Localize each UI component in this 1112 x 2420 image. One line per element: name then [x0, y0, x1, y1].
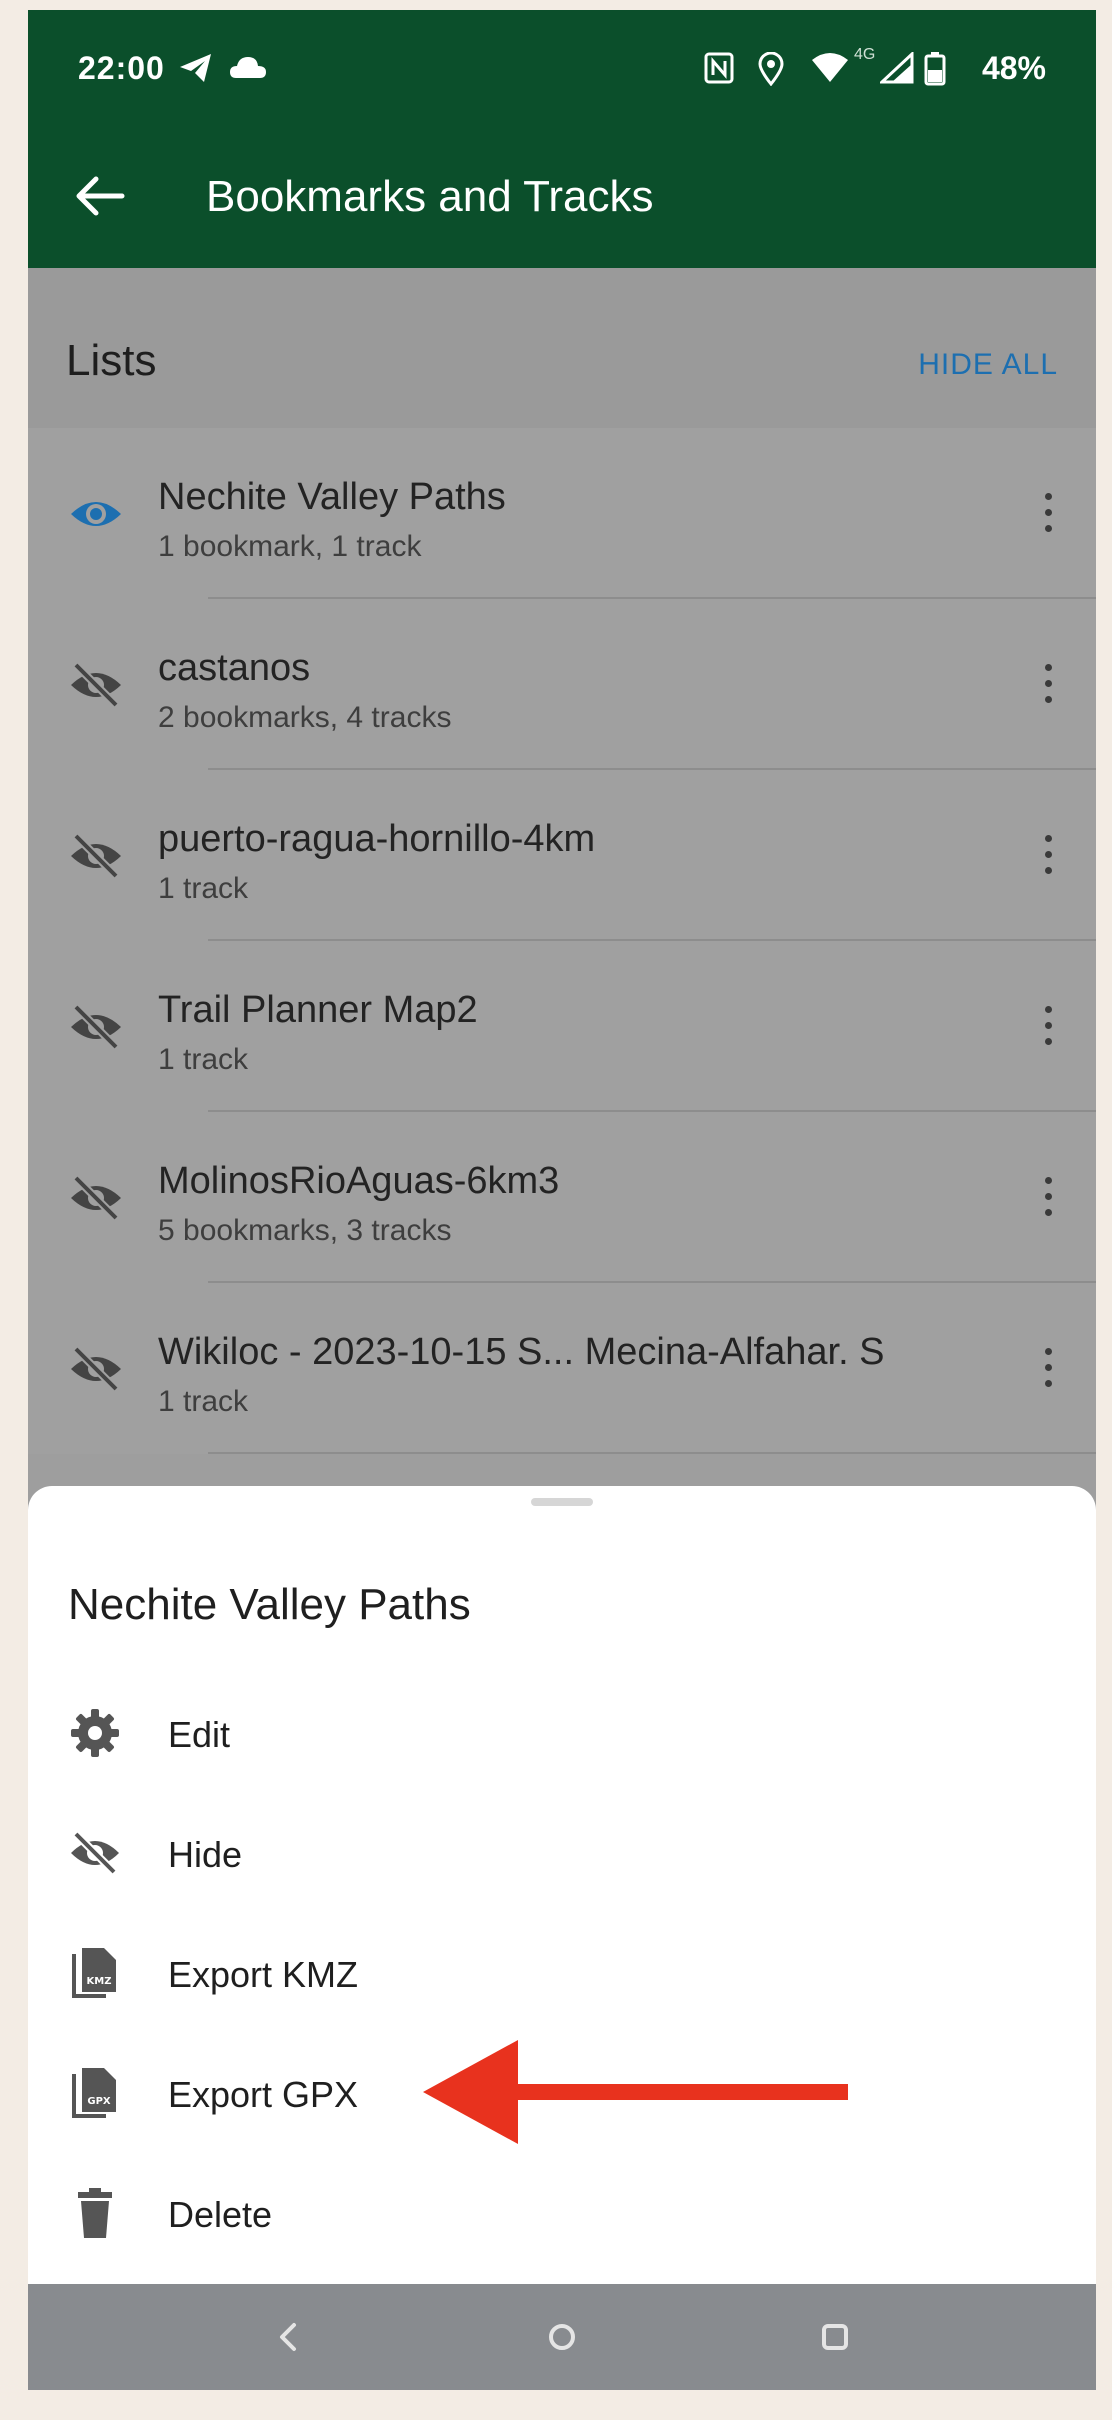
menu-item-export-kmz[interactable]: KMZ Export KMZ [28, 1918, 1096, 2028]
navigation-bar [28, 2284, 1096, 2390]
more-options-icon[interactable] [1038, 1172, 1058, 1228]
list-item-subtitle: 5 bookmarks, 3 tracks [158, 1214, 452, 1247]
list-item[interactable]: Trail Planner Map2 1 track [28, 941, 1096, 1112]
list-options-sheet: Nechite Valley Paths Edit Hide KMZ Expor… [28, 1486, 1096, 2284]
nav-recents-icon[interactable] [810, 2312, 860, 2362]
menu-item-label: Export GPX [168, 2074, 359, 2115]
wifi-icon [812, 53, 848, 82]
lists-header: Lists HIDE ALL [28, 268, 1096, 428]
location-icon [758, 52, 784, 86]
eye-off-icon[interactable] [68, 999, 124, 1055]
list-item[interactable]: Wikiloc - 2023-10-15 S... Mecina-Alfahar… [28, 1283, 1096, 1454]
bookmark-lists: Nechite Valley Paths 1 bookmark, 1 track c… [28, 428, 1096, 1454]
sheet-drag-handle[interactable] [531, 1498, 593, 1506]
gpx-badge: GPX [87, 2096, 111, 2107]
network-type: 4G [854, 46, 876, 63]
hide-all-button[interactable]: HIDE ALL [918, 348, 1058, 382]
more-options-icon[interactable] [1038, 488, 1058, 544]
kmz-badge: KMZ [87, 1976, 112, 1987]
more-options-icon[interactable] [1038, 659, 1058, 715]
divider [208, 1452, 1096, 1454]
eye-icon[interactable] [68, 486, 124, 542]
list-item-title: MolinosRioAguas-6km3 [158, 1160, 560, 1202]
list-item-subtitle: 1 track [158, 1043, 249, 1076]
lists-title: Lists [66, 336, 157, 385]
menu-item-label: Edit [168, 1714, 231, 1755]
menu-item-label: Hide [168, 1834, 243, 1875]
kmz-file-icon: KMZ [72, 1948, 116, 1998]
eye-off-icon[interactable] [68, 1170, 124, 1226]
list-item-title: Nechite Valley Paths [158, 476, 506, 518]
sheet-title: Nechite Valley Paths [68, 1580, 471, 1629]
eye-off-icon[interactable] [68, 828, 124, 884]
nav-home-icon[interactable] [537, 2312, 587, 2362]
list-item-title: Wikiloc - 2023-10-15 S... Mecina-Alfahar… [158, 1331, 885, 1373]
trash-icon [78, 2188, 112, 2238]
more-options-icon[interactable] [1038, 1001, 1058, 1057]
status-bar: 22:00 4G 48% [28, 10, 1096, 122]
list-item-subtitle: 2 bookmarks, 4 tracks [158, 701, 452, 734]
menu-item-hide[interactable]: Hide [28, 1798, 1096, 1908]
gear-icon [71, 1709, 119, 1757]
list-item[interactable]: MolinosRioAguas-6km3 5 bookmarks, 3 track… [28, 1112, 1096, 1283]
app-bar-title: Bookmarks and Tracks [206, 172, 654, 221]
app-bar: Bookmarks and Tracks [28, 122, 1096, 268]
nfc-icon [704, 52, 734, 84]
list-item-subtitle: 1 bookmark, 1 track [158, 530, 422, 563]
eye-off-icon[interactable] [68, 1341, 124, 1397]
phone-screen: 22:00 4G 48% Bookmarks and Tracks Lists … [28, 10, 1096, 2390]
menu-item-label: Delete [168, 2194, 273, 2235]
list-item-title: Trail Planner Map2 [158, 989, 478, 1031]
back-arrow-icon[interactable] [70, 166, 130, 226]
cloud-icon [230, 57, 266, 78]
list-item[interactable]: castanos 2 bookmarks, 4 tracks [28, 599, 1096, 770]
list-item-subtitle: 1 track [158, 1385, 249, 1418]
list-item-title: castanos [158, 647, 311, 689]
telegram-icon [180, 54, 211, 82]
list-item-subtitle: 1 track [158, 872, 249, 905]
eye-off-icon [71, 1831, 119, 1875]
more-options-icon[interactable] [1038, 830, 1058, 886]
battery-percent: 48% [981, 50, 1046, 86]
menu-item-edit[interactable]: Edit [28, 1678, 1096, 1788]
nav-back-icon[interactable] [264, 2312, 314, 2362]
menu-item-export-gpx[interactable]: GPX Export GPX [28, 2038, 1096, 2148]
more-options-icon[interactable] [1038, 1343, 1058, 1399]
list-item[interactable]: puerto-ragua-hornillo-4km 1 track [28, 770, 1096, 941]
menu-item-label: Export KMZ [168, 1954, 359, 1995]
eye-off-icon[interactable] [68, 657, 124, 713]
battery-icon [924, 52, 946, 86]
list-item-title: puerto-ragua-hornillo-4km [158, 818, 596, 860]
gpx-file-icon: GPX [72, 2068, 116, 2118]
signal-icon [880, 52, 914, 84]
list-item[interactable]: Nechite Valley Paths 1 bookmark, 1 track [28, 428, 1096, 599]
menu-item-delete[interactable]: Delete [28, 2158, 1096, 2268]
status-time: 22:00 [78, 50, 165, 86]
